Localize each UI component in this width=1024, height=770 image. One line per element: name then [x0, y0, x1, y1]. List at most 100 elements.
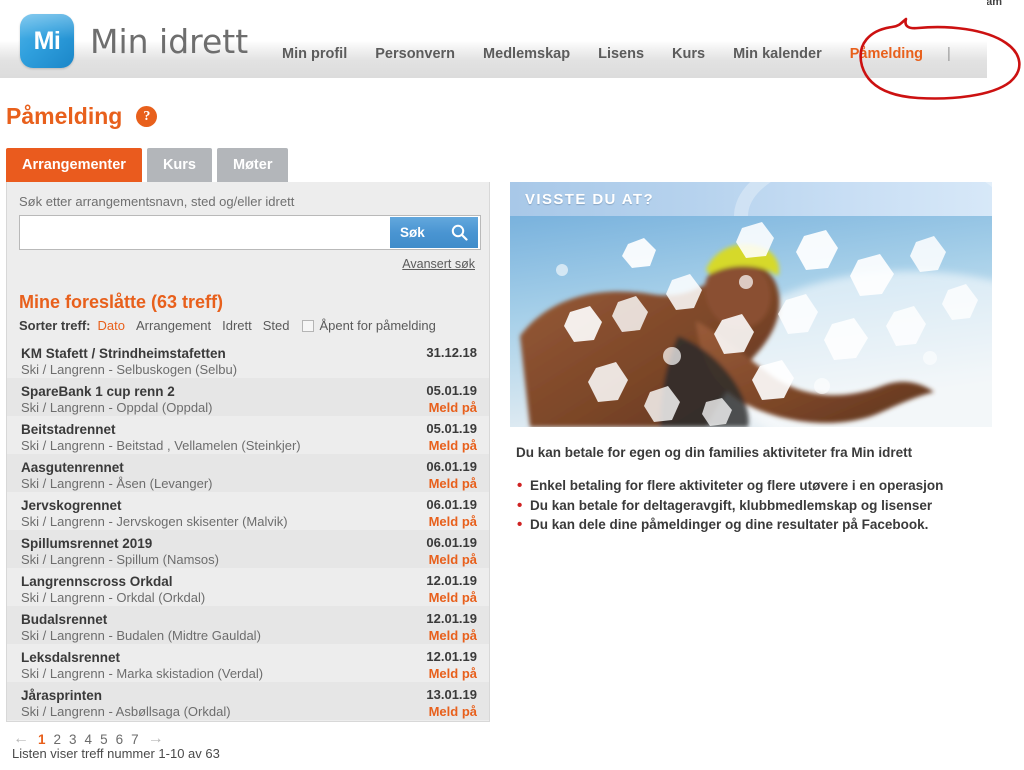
table-row[interactable]: Spillumsrennet 2019 Ski / Langrenn - Spi… [7, 530, 489, 568]
event-date: 06.01.19 [426, 459, 477, 474]
page-title-row: Påmelding ? [6, 103, 158, 130]
table-row[interactable]: Jervskogrennet Ski / Langrenn - Jervskog… [7, 492, 489, 530]
open-for-registration-checkbox[interactable] [301, 319, 314, 332]
table-row[interactable]: Aasgutenrennet Ski / Langrenn - Åsen (Le… [7, 454, 489, 492]
event-register-link[interactable]: Meld på [429, 666, 477, 683]
event-date: 12.01.19 [426, 649, 477, 664]
event-info: Aasgutenrennet Ski / Langrenn - Åsen (Le… [21, 459, 213, 493]
event-name: Leksdalsrennet [21, 650, 121, 665]
swimmer-photo-illustration [510, 216, 992, 427]
promo-header-title: VISSTE DU AT? [525, 190, 655, 208]
event-date: 06.01.19 [426, 535, 477, 550]
table-row[interactable]: SpareBank 1 cup renn 2 Ski / Langrenn - … [7, 378, 489, 416]
event-date: 05.01.19 [426, 383, 477, 398]
pagination-page-5[interactable]: 5 [96, 732, 112, 747]
results-title: Mine foreslåtte (63 treff) [19, 292, 224, 312]
list-item: Du kan betale for deltageravgift, klubbm… [516, 495, 986, 516]
event-info: KM Stafett / Strindheimstafetten Ski / L… [21, 345, 237, 379]
nav-item-medlemskap[interactable]: Medlemskap [469, 46, 584, 62]
page-title: Påmelding [6, 103, 123, 129]
pagination-summary: Listen viser treff nummer 1-10 av 63 [12, 746, 220, 761]
event-name: Jårasprinten [21, 688, 103, 703]
event-name: Spillumsrennet 2019 [21, 536, 153, 551]
sort-option-dato[interactable]: Dato [98, 318, 125, 333]
nav-item-personvern[interactable]: Personvern [361, 46, 469, 62]
event-date: 05.01.19 [426, 421, 477, 436]
sort-option-sted[interactable]: Sted [263, 318, 290, 333]
table-row[interactable]: Budalsrennet Ski / Langrenn - Budalen (M… [7, 606, 489, 644]
event-date: 06.01.19 [426, 497, 477, 512]
event-info: Beitstadrennet Ski / Langrenn - Beitstad… [21, 421, 301, 455]
search-button[interactable]: Søk [390, 217, 478, 248]
nav-item-lisens[interactable]: Lisens [584, 46, 658, 62]
event-register-link[interactable]: Meld på [429, 400, 477, 417]
event-status: 13.01.19 Meld på [426, 687, 477, 720]
sort-option-arrangement[interactable]: Arrangement [136, 318, 211, 333]
table-row[interactable]: Jårasprinten Ski / Langrenn - Asbøllsaga… [7, 682, 489, 720]
event-date: 12.01.19 [426, 611, 477, 626]
pagination-page-4[interactable]: 4 [81, 732, 97, 747]
table-row[interactable]: Leksdalsrennet Ski / Langrenn - Marka sk… [7, 644, 489, 682]
event-status: 12.01.19 Meld på [426, 573, 477, 606]
event-register-link[interactable]: Meld på [429, 590, 477, 607]
event-status: 31.12.18 [426, 345, 477, 362]
table-row[interactable]: Beitstadrennet Ski / Langrenn - Beitstad… [7, 416, 489, 454]
promo-bullet-list: Enkel betaling for flere aktiviteter og … [516, 475, 986, 535]
pagination-page-7[interactable]: 7 [127, 732, 143, 747]
event-status: 06.01.19 Meld på [426, 459, 477, 492]
event-register-link[interactable]: Meld på [429, 476, 477, 493]
promo-panel: VISSTE DU AT? Du kan betale for egen og … [510, 182, 992, 535]
event-date: 12.01.19 [426, 573, 477, 588]
tab-arrangementer[interactable]: Arrangementer [6, 148, 142, 182]
min-idrett-logo-icon: Mi [20, 14, 74, 68]
table-row[interactable]: KM Stafett / Strindheimstafetten Ski / L… [7, 340, 489, 378]
search-input[interactable] [20, 216, 390, 249]
promo-text: Du kan betale for egen og din families a… [510, 427, 992, 535]
event-info: Leksdalsrennet Ski / Langrenn - Marka sk… [21, 649, 263, 683]
search-button-label: Søk [400, 225, 425, 240]
open-for-registration-label: Åpent for påmelding [319, 318, 436, 333]
event-info: SpareBank 1 cup renn 2 Ski / Langrenn - … [21, 383, 213, 417]
event-register-link[interactable]: Meld på [429, 514, 477, 531]
brand-name: Min idrett [90, 21, 249, 61]
pagination-page-3[interactable]: 3 [65, 732, 81, 747]
search-bar: Søk [19, 215, 481, 250]
table-row[interactable]: Langrennscross Orkdal Ski / Langrenn - O… [7, 568, 489, 606]
site-header: Mi Min idrett Min profil Personvern Medl… [0, 0, 987, 78]
event-register-link[interactable]: Meld på [429, 438, 477, 455]
event-meta: Ski / Langrenn - Marka skistadion (Verda… [21, 666, 264, 682]
pagination-page-6[interactable]: 6 [112, 732, 128, 747]
nav-item-min-profil[interactable]: Min profil [268, 46, 361, 62]
list-item: Enkel betaling for flere aktiviteter og … [516, 475, 986, 496]
event-name: Budalsrennet [21, 612, 108, 627]
event-name: Jervskogrennet [21, 498, 122, 513]
search-icon [451, 224, 468, 241]
nav-item-pamelding[interactable]: Påmelding [836, 46, 937, 62]
event-meta: Ski / Langrenn - Oppdal (Oppdal) [21, 400, 213, 416]
event-register-link[interactable]: Meld på [429, 704, 477, 721]
promo-header: VISSTE DU AT? [510, 182, 992, 216]
pagination-page-2[interactable]: 2 [50, 732, 66, 747]
tab-moter[interactable]: Møter [217, 148, 289, 182]
event-name: Langrennscross Orkdal [21, 574, 173, 589]
pagination-page-1[interactable]: 1 [34, 732, 50, 747]
event-status: 05.01.19 Meld på [426, 383, 477, 416]
advanced-search-link[interactable]: Avansert søk [402, 257, 475, 271]
event-name: SpareBank 1 cup renn 2 [21, 384, 175, 399]
help-icon[interactable]: ? [136, 106, 158, 127]
event-meta: Ski / Langrenn - Jervskogen skisenter (M… [21, 514, 288, 530]
event-register-link[interactable]: Meld på [429, 628, 477, 645]
search-label: Søk etter arrangementsnavn, sted og/elle… [19, 194, 295, 209]
event-info: Langrennscross Orkdal Ski / Langrenn - O… [21, 573, 205, 607]
sort-option-idrett[interactable]: Idrett [222, 318, 252, 333]
event-meta: Ski / Langrenn - Åsen (Levanger) [21, 476, 213, 492]
list-item: Du kan dele dine påmeldinger og dine res… [516, 514, 986, 535]
logo-glyph: Mi [33, 26, 61, 55]
event-meta: Ski / Langrenn - Selbuskogen (Selbu) [21, 362, 238, 378]
brand-logo[interactable]: Mi Min idrett [20, 14, 248, 68]
event-meta: Ski / Langrenn - Beitstad , Vellamelen (… [21, 438, 301, 454]
nav-item-kurs[interactable]: Kurs [658, 46, 719, 62]
nav-item-min-kalender[interactable]: Min kalender [719, 46, 836, 62]
event-register-link[interactable]: Meld på [429, 552, 477, 569]
tab-kurs[interactable]: Kurs [146, 148, 212, 182]
